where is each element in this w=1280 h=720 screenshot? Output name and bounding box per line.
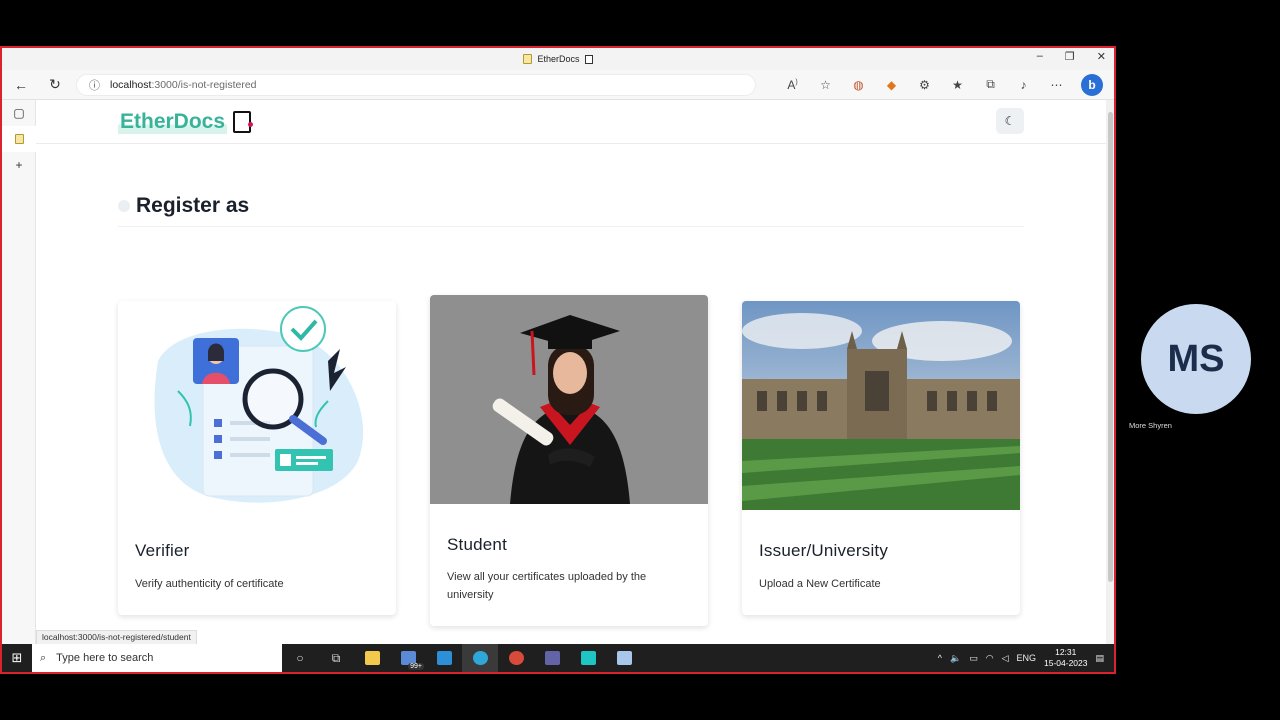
site-favicon-icon xyxy=(523,54,533,64)
clock-time: 12:31 xyxy=(1055,647,1077,657)
more-icon[interactable]: ⋯ xyxy=(1040,78,1073,92)
teams-icon[interactable] xyxy=(534,644,570,672)
metamask-icon[interactable]: ◆ xyxy=(875,78,908,92)
language-indicator[interactable]: ENG xyxy=(1016,653,1036,663)
wifi-icon[interactable]: ◠ xyxy=(986,653,994,664)
dark-mode-toggle[interactable]: ☾ xyxy=(996,108,1024,134)
chevron-up-icon[interactable]: ^ xyxy=(938,653,942,663)
performance-icon[interactable]: ♪ xyxy=(1007,78,1040,92)
window-controls: – ❐ ✕ xyxy=(1037,50,1106,63)
student-photo xyxy=(430,295,708,504)
meeting-participant-name: More Shyren xyxy=(1129,421,1172,430)
student-description: View all your certificates uploaded by t… xyxy=(447,571,647,601)
screen: EtherDocs – ❐ ✕ ← ↻ ⓘ localhost :3000/is… xyxy=(0,0,1280,720)
clock[interactable]: 12:31 15-04-2023 xyxy=(1044,647,1087,669)
moon-icon: ☾ xyxy=(1004,114,1016,128)
add-favorite-icon[interactable]: ☆ xyxy=(809,78,842,92)
read-aloud-icon[interactable]: A) xyxy=(776,78,809,92)
app-icon[interactable] xyxy=(606,644,642,672)
heading-dot xyxy=(118,200,130,212)
document-icon xyxy=(584,54,593,64)
new-tab-icon[interactable]: + xyxy=(2,152,36,178)
page-scrollbar[interactable] xyxy=(1106,100,1114,672)
store-icon[interactable]: 99+ xyxy=(390,644,426,672)
verifier-card[interactable]: Verifier Verify authenticity of certific… xyxy=(118,301,396,615)
issuer-title: Issuer/University xyxy=(759,541,889,560)
extension-icon[interactable]: ◍ xyxy=(842,78,875,92)
document-icon xyxy=(233,111,254,133)
info-icon: ⓘ xyxy=(89,79,100,92)
scrollbar-thumb[interactable] xyxy=(1108,112,1113,582)
logo-text: EtherDocs xyxy=(118,110,228,134)
taskbar-search[interactable]: ⌕ Type here to search xyxy=(32,644,282,672)
favorites-icon[interactable]: ★ xyxy=(941,78,974,92)
verifier-description: Verify authenticity of certificate xyxy=(135,578,284,590)
address-bar[interactable]: ⓘ localhost :3000/is-not-registered xyxy=(76,73,756,96)
url-host: localhost xyxy=(110,78,152,91)
windows-taskbar: ⊞ ⌕ Type here to search ○ ⧉ 99+ ^ 🔈 ▭ ◠ … xyxy=(2,644,1114,672)
verifier-illustration xyxy=(154,306,364,503)
student-title: Student xyxy=(447,535,508,554)
restore-icon[interactable]: ❐ xyxy=(1065,50,1075,63)
notification-badge: 99+ xyxy=(408,663,424,670)
browser-toolbar: ← ↻ ⓘ localhost :3000/is-not-registered … xyxy=(2,70,1114,100)
collections-icon[interactable]: ⧉ xyxy=(974,77,1007,92)
speaker-icon[interactable]: ◁ xyxy=(1002,653,1009,664)
window-title-text: EtherDocs xyxy=(537,54,580,64)
page-title: Register as xyxy=(136,194,250,217)
issuer-card[interactable]: Issuer/University Upload a New Certifica… xyxy=(742,301,1020,615)
extensions-icon[interactable]: ⚙ xyxy=(908,78,941,92)
verifier-title: Verifier xyxy=(135,541,190,560)
bing-icon[interactable]: b xyxy=(1081,73,1103,96)
chrome-icon[interactable] xyxy=(498,644,534,672)
status-bar-url: localhost:3000/is-not-registered/student xyxy=(36,630,197,645)
close-icon[interactable]: ✕ xyxy=(1097,50,1106,63)
back-icon[interactable]: ← xyxy=(6,73,36,97)
clock-date: 15-04-2023 xyxy=(1044,658,1088,668)
cortana-icon[interactable]: ○ xyxy=(282,644,318,672)
url-path: :3000/is-not-registered xyxy=(151,78,257,91)
refresh-icon[interactable]: ↻ xyxy=(40,73,70,97)
meeting-avatar: MS xyxy=(1141,304,1251,414)
system-tray: ^ 🔈 ▭ ◠ ◁ ENG 12:31 15-04-2023 ▤ xyxy=(938,647,1114,669)
student-card[interactable]: Student View all your certificates uploa… xyxy=(430,295,708,626)
vscode-icon[interactable] xyxy=(426,644,462,672)
notification-icon[interactable]: ▤ xyxy=(1095,653,1104,664)
taskbar-search-placeholder: Type here to search xyxy=(56,652,154,664)
title-bar: EtherDocs – ❐ ✕ xyxy=(2,48,1114,70)
browser-window: EtherDocs – ❐ ✕ ← ↻ ⓘ localhost :3000/is… xyxy=(0,46,1116,674)
section-heading: Register as xyxy=(118,194,249,218)
search-icon: ⌕ xyxy=(40,651,47,664)
task-view-icon[interactable]: ⧉ xyxy=(318,644,354,672)
toolbar-icons: A) ☆ ◍ ◆ ⚙ ★ ⧉ ♪ ⋯ b xyxy=(776,73,1103,96)
app-cube-icon[interactable] xyxy=(570,644,606,672)
windows-start-icon[interactable]: ⊞ xyxy=(2,650,32,666)
university-photo xyxy=(742,301,1020,510)
file-explorer-icon[interactable] xyxy=(354,644,390,672)
app-logo[interactable]: EtherDocs xyxy=(118,110,254,134)
minimize-icon[interactable]: – xyxy=(1037,50,1043,63)
web-page: EtherDocs ☾ Register as Verifier Verify … xyxy=(36,100,1106,672)
app-header: EtherDocs ☾ xyxy=(36,100,1106,144)
edge-icon[interactable] xyxy=(462,644,498,672)
browser-sidebar: ▢ + xyxy=(2,100,36,672)
volume-icon[interactable]: 🔈 xyxy=(950,653,961,664)
battery-icon[interactable]: ▭ xyxy=(969,653,978,664)
window-title: EtherDocs xyxy=(523,54,593,64)
tab-etherdocs-icon[interactable] xyxy=(2,126,36,152)
tab-actions-icon[interactable]: ▢ xyxy=(2,100,36,126)
issuer-description: Upload a New Certificate xyxy=(759,578,881,590)
divider xyxy=(118,226,1024,227)
